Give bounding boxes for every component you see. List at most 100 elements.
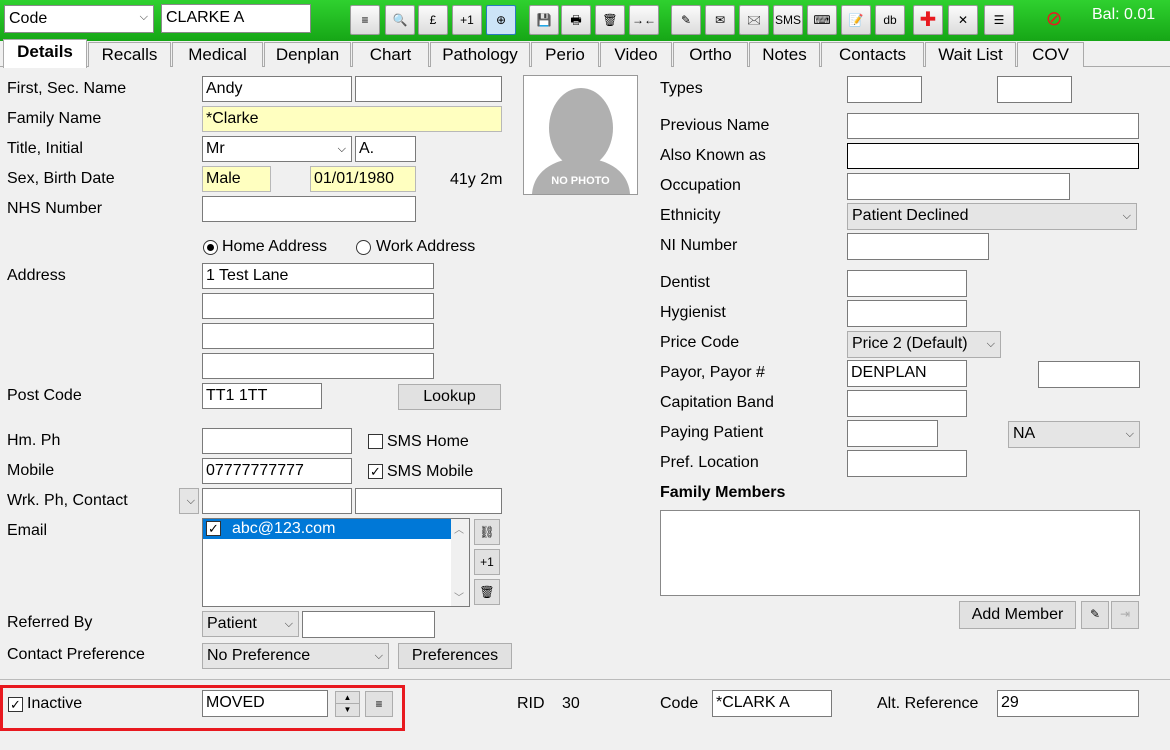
nhs-number-input[interactable] xyxy=(202,196,416,222)
email-list-item[interactable]: ✓ abc@123.com xyxy=(203,519,451,539)
email-add-button[interactable]: +1 xyxy=(474,549,500,575)
plus-one-button[interactable]: +1 xyxy=(452,5,482,35)
email-link-button[interactable]: ⛓ xyxy=(474,519,500,545)
tab-video[interactable]: Video xyxy=(600,42,672,67)
tab-perio[interactable]: Perio xyxy=(531,42,599,67)
ni-number-input[interactable] xyxy=(847,233,989,260)
sex-select[interactable]: Male xyxy=(202,166,271,192)
contact-preference-dropdown[interactable]: No Preference ⌵ xyxy=(202,643,389,669)
tab-wait-list[interactable]: Wait List xyxy=(925,42,1016,67)
title-select[interactable]: Mr ⌵ xyxy=(202,136,352,162)
preferences-button[interactable]: Preferences xyxy=(398,643,512,669)
ethnicity-dropdown[interactable]: Patient Declined ⌵ xyxy=(847,203,1137,230)
occupation-input[interactable] xyxy=(847,173,1070,200)
second-name-input[interactable] xyxy=(355,76,502,102)
code-combo[interactable]: Code ⌵ xyxy=(4,5,154,33)
grid-button[interactable]: ✕ xyxy=(948,5,978,35)
mail-button[interactable]: 🖂 xyxy=(739,5,769,35)
first-name-input[interactable]: Andy xyxy=(202,76,352,102)
tab-details[interactable]: Details xyxy=(3,39,87,68)
hygienist-input[interactable] xyxy=(847,300,967,327)
address-line-4[interactable] xyxy=(202,353,434,379)
referred-type-dropdown[interactable]: Patient ⌵ xyxy=(202,611,299,637)
payor-input[interactable]: DENPLAN xyxy=(847,360,967,387)
tab-denplan[interactable]: Denplan xyxy=(264,42,351,67)
tab-recalls[interactable]: Recalls xyxy=(88,42,171,67)
home-phone-input[interactable] xyxy=(202,428,352,454)
queue-button[interactable]: ☰ xyxy=(984,5,1014,35)
price-code-dropdown[interactable]: Price 2 (Default) ⌵ xyxy=(847,331,1001,358)
sticky-note-button[interactable]: 📝 xyxy=(841,5,871,35)
code-input[interactable]: *CLARK A xyxy=(712,690,832,717)
patient-name-field[interactable]: CLARKE A xyxy=(161,4,311,33)
family-members-list[interactable] xyxy=(660,510,1140,596)
inactive-checkbox[interactable]: ✓ xyxy=(8,697,23,712)
inactive-spinner[interactable]: ▲ ▼ xyxy=(335,691,360,717)
types-input-1[interactable] xyxy=(847,76,922,103)
home-address-radio[interactable] xyxy=(203,240,218,255)
paying-patient-dropdown[interactable]: NA ⌵ xyxy=(1008,421,1140,448)
spin-up-icon[interactable]: ▲ xyxy=(336,692,359,704)
tab-pathology[interactable]: Pathology xyxy=(430,42,530,67)
also-known-as-input[interactable] xyxy=(847,143,1139,169)
address-line-1[interactable]: 1 Test Lane xyxy=(202,263,434,289)
dentist-input[interactable] xyxy=(847,270,967,297)
email-scrollbar[interactable]: ︿ ﹀ xyxy=(451,519,469,606)
tab-notes[interactable]: Notes xyxy=(749,42,820,67)
previous-name-input[interactable] xyxy=(847,113,1139,139)
money-button[interactable]: £ xyxy=(418,5,448,35)
database-button[interactable]: db xyxy=(875,5,905,35)
edit-member-button[interactable]: ✎ xyxy=(1081,601,1109,629)
link-button[interactable]: ⊕ xyxy=(486,5,516,35)
pref-location-input[interactable] xyxy=(847,450,967,477)
block-button[interactable]: ⊘ xyxy=(1039,5,1069,35)
pen-button[interactable]: ✎ xyxy=(671,5,701,35)
add-member-button[interactable]: Add Member xyxy=(959,601,1076,629)
delete-button[interactable]: 🗑 xyxy=(595,5,625,35)
letter-button[interactable]: ✉ xyxy=(705,5,735,35)
work-phone-type-dropdown[interactable]: ⌵ xyxy=(179,488,199,514)
print-button[interactable]: 🖶 xyxy=(561,5,591,35)
patient-photo[interactable]: NO PHOTO xyxy=(523,75,638,195)
search-button[interactable]: 🔍 xyxy=(385,5,415,35)
lookup-button[interactable]: Lookup xyxy=(398,384,501,410)
payor-number-input[interactable] xyxy=(1038,361,1140,388)
merge-button[interactable]: →← xyxy=(629,5,659,35)
inactive-notes-button[interactable]: ≡ xyxy=(365,691,393,717)
work-address-radio[interactable] xyxy=(356,240,371,255)
sms-home-checkbox[interactable] xyxy=(368,434,383,449)
scroll-down-icon[interactable]: ﹀ xyxy=(454,589,464,604)
paying-patient-input[interactable] xyxy=(847,420,938,447)
initial-input[interactable]: A. xyxy=(355,136,416,162)
contact-input[interactable] xyxy=(355,488,502,514)
birth-date-input[interactable]: 01/01/1980 xyxy=(310,166,416,192)
tab-medical[interactable]: Medical xyxy=(172,42,263,67)
keyboard-button[interactable]: ⌨ xyxy=(807,5,837,35)
capitation-band-input[interactable] xyxy=(847,390,967,417)
save-button[interactable]: 💾 xyxy=(529,5,559,35)
remove-member-button[interactable]: ⇥ xyxy=(1111,601,1139,629)
post-code-input[interactable]: TT1 1TT xyxy=(202,383,322,409)
email-checkbox[interactable]: ✓ xyxy=(206,521,221,536)
email-delete-button[interactable]: 🗑 xyxy=(474,579,500,605)
address-line-2[interactable] xyxy=(202,293,434,319)
sms-mobile-checkbox[interactable]: ✓ xyxy=(368,464,383,479)
work-phone-input[interactable] xyxy=(202,488,352,514)
types-input-2[interactable] xyxy=(997,76,1072,103)
tab-chart[interactable]: Chart xyxy=(352,42,429,67)
address-line-3[interactable] xyxy=(202,323,434,349)
medical-alert-button[interactable]: ✚ xyxy=(913,5,943,35)
tab-contacts[interactable]: Contacts xyxy=(821,42,924,67)
mobile-input[interactable]: 07777777777 xyxy=(202,458,352,484)
referred-by-input[interactable] xyxy=(302,611,435,638)
inactive-reason-input[interactable]: MOVED xyxy=(202,690,328,717)
spin-down-icon[interactable]: ▼ xyxy=(336,704,359,716)
tab-cov[interactable]: COV xyxy=(1017,42,1084,67)
alt-reference-input[interactable]: 29 xyxy=(997,690,1139,717)
scroll-up-icon[interactable]: ︿ xyxy=(454,521,464,536)
align-button[interactable]: ≡ xyxy=(350,5,380,35)
sms-button[interactable]: SMS xyxy=(773,5,803,35)
family-name-input[interactable]: *Clarke xyxy=(202,106,502,132)
tab-ortho[interactable]: Ortho xyxy=(673,42,748,67)
email-list[interactable]: ✓ abc@123.com ︿ ﹀ xyxy=(202,518,470,607)
